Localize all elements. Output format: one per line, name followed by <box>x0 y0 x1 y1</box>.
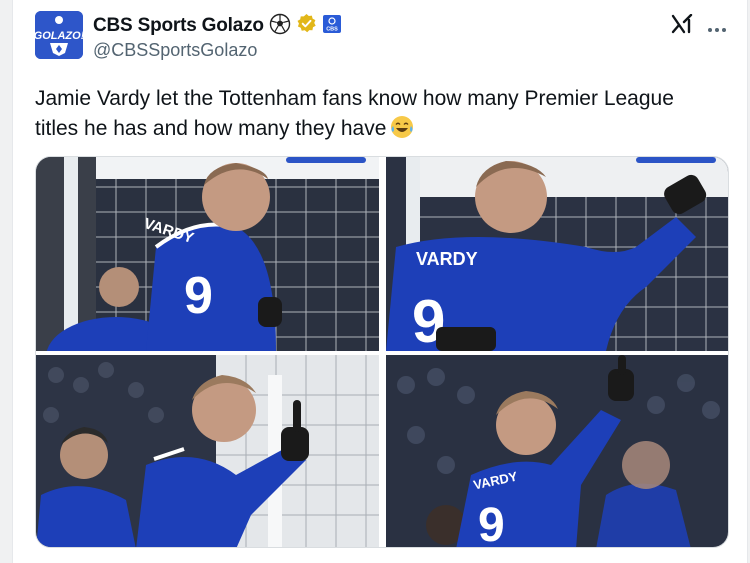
shirt-name-text: VARDY <box>416 249 478 269</box>
shirt-number-text: 9 <box>184 267 213 325</box>
tweet-body: Jamie Vardy let the Tottenham fans know … <box>35 87 674 140</box>
media-grid[interactable]: 9 VARDY VARDY 9 VARDY 9 <box>35 156 729 548</box>
more-options-icon[interactable] <box>707 18 727 36</box>
shirt-number-text: 9 <box>478 499 505 548</box>
photo-2[interactable]: VARDY 9 <box>386 157 728 351</box>
avatar-logo-text: GOLAZO! <box>35 30 83 42</box>
photo-3[interactable] <box>36 355 379 547</box>
account-handle[interactable]: @CBSSportsGolazo <box>93 40 257 61</box>
photo-1[interactable]: 9 VARDY <box>36 157 379 351</box>
soccer-ball-icon <box>269 13 291 40</box>
verified-badge-icon[interactable] <box>296 13 317 39</box>
name-row: CBS Sports Golazo CBS <box>93 13 342 40</box>
tweet-text: Jamie Vardy let the Tottenham fans know … <box>35 84 715 148</box>
account-avatar[interactable]: GOLAZO! <box>35 11 83 59</box>
display-name[interactable]: CBS Sports Golazo <box>93 15 264 37</box>
tears-of-joy-emoji-icon <box>390 115 414 148</box>
affiliate-badge-icon[interactable]: CBS <box>322 14 342 39</box>
grok-icon[interactable] <box>671 13 693 39</box>
tweet-card: GOLAZO! CBS Sports Golazo CBS @CBSSports… <box>12 0 748 563</box>
affiliate-badge-text: CBS <box>326 26 338 32</box>
photo-4[interactable]: VARDY 9 <box>386 355 728 548</box>
header-actions <box>671 13 727 39</box>
